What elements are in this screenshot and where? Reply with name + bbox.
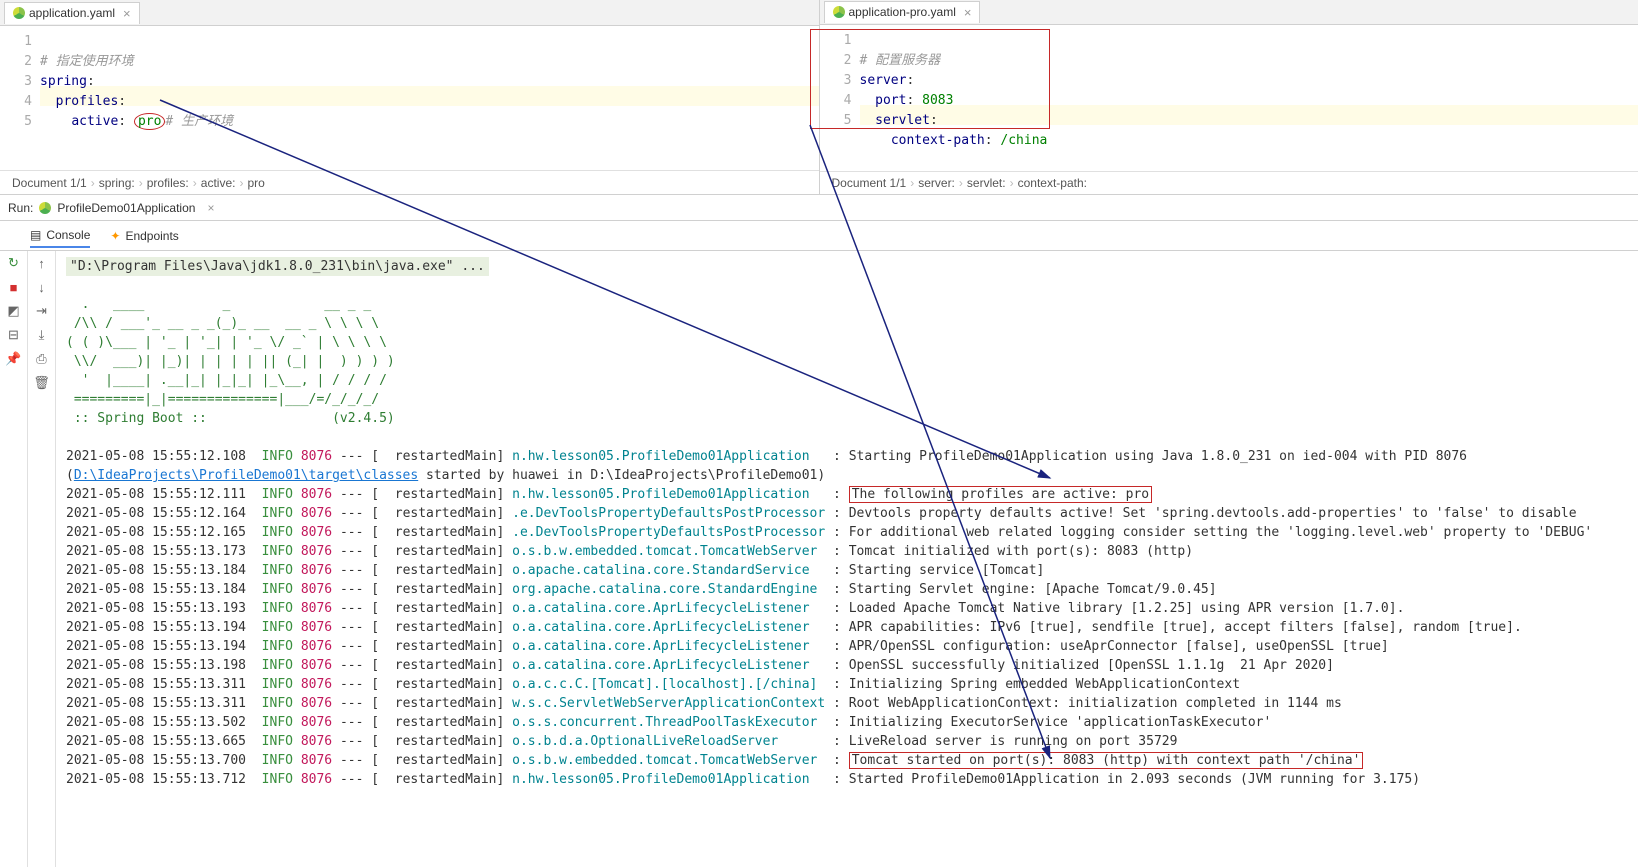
breadcrumb-left[interactable]: Document 1/1› spring:› profiles:› active… — [0, 170, 819, 194]
pin-icon[interactable]: 📌 — [6, 351, 22, 367]
scroll-icon[interactable]: ⤓ — [34, 327, 50, 343]
tab-application-yaml[interactable]: application.yaml × — [4, 2, 140, 24]
rerun-icon[interactable]: ↻ — [6, 255, 22, 271]
close-icon[interactable]: × — [964, 5, 972, 20]
yaml-icon — [13, 7, 25, 19]
run-config-name[interactable]: ProfileDemo01Application — [57, 201, 195, 215]
run-toolbar: Run: ProfileDemo01Application × — [0, 195, 1638, 221]
trash-icon[interactable]: 🗑 — [34, 375, 50, 391]
down-icon[interactable]: ↓ — [34, 279, 50, 295]
code-right[interactable]: # 配置服务器 server: port: 8083 servlet: cont… — [860, 25, 1638, 171]
layout-icon[interactable]: ⊟ — [6, 327, 22, 343]
yaml-icon — [833, 6, 845, 18]
print-icon[interactable]: ⎙ — [34, 351, 50, 367]
run-tool-column-right: ↑ ↓ ⇥ ⤓ ⎙ 🗑 — [28, 251, 56, 867]
tab-endpoints[interactable]: ✦ Endpoints — [110, 225, 178, 247]
gutter-right: 12345 — [820, 25, 860, 171]
close-icon[interactable]: × — [207, 201, 214, 215]
close-icon[interactable]: × — [123, 6, 131, 21]
tab-label: application-pro.yaml — [849, 5, 956, 19]
endpoints-icon: ✦ — [110, 229, 120, 243]
up-icon[interactable]: ↑ — [34, 255, 50, 271]
gutter-left: 12345 — [0, 26, 40, 170]
console-icon: ▤ — [30, 228, 41, 242]
editor-pane-right: application-pro.yaml × 12345 # 配置服务器 ser… — [820, 0, 1638, 194]
console-output[interactable]: "D:\Program Files\Java\jdk1.8.0_231\bin\… — [56, 251, 1638, 867]
wrap-icon[interactable]: ⇥ — [34, 303, 50, 319]
active-value-circled: pro — [134, 113, 165, 130]
tab-application-pro-yaml[interactable]: application-pro.yaml × — [824, 1, 981, 23]
run-tool-column-left: ↻ ■ ◩ ⊟ 📌 — [0, 251, 28, 867]
code-left[interactable]: # 指定使用环境 spring: profiles: active: pro# … — [40, 26, 819, 170]
run-label: Run: — [8, 201, 33, 215]
tab-console[interactable]: ▤ Console — [30, 224, 90, 248]
camera-icon[interactable]: ◩ — [6, 303, 22, 319]
stop-icon[interactable]: ■ — [6, 279, 22, 295]
breadcrumb-right[interactable]: Document 1/1› server:› servlet:› context… — [820, 171, 1638, 194]
tab-bar-left: application.yaml × — [0, 0, 819, 26]
run-sub-tabs: ▤ Console ✦ Endpoints — [0, 221, 1638, 251]
spring-icon — [39, 202, 51, 214]
tab-label: application.yaml — [29, 6, 115, 20]
tab-bar-right: application-pro.yaml × — [820, 0, 1638, 25]
editor-pane-left: application.yaml × 12345 # 指定使用环境 spring… — [0, 0, 820, 194]
